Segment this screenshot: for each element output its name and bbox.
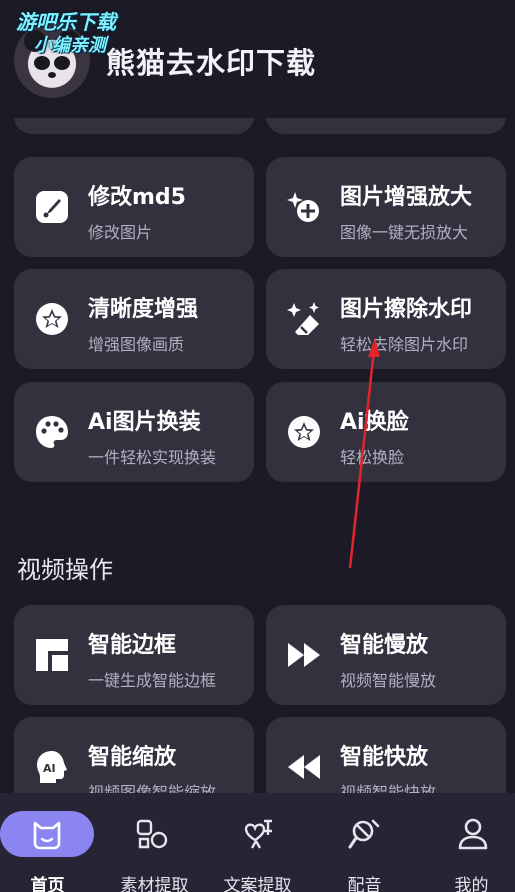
card-smart-border[interactable]: 智能边框 一键生成智能边框 — [14, 605, 254, 705]
nav-item-dubbing[interactable]: 配音 — [309, 793, 412, 892]
card-subtitle: 轻松换脸 — [340, 448, 405, 467]
rewind-icon — [288, 755, 320, 779]
fast-forward-icon — [288, 643, 320, 667]
nav-label: 文案提取 — [223, 876, 292, 892]
card-subtitle: 轻松去除图片水印 — [340, 335, 469, 354]
card-subtitle: 一件轻松实现换装 — [88, 448, 217, 467]
home-cat-icon — [33, 821, 61, 850]
card-subtitle: 视频智能慢放 — [340, 671, 437, 690]
video-section-title: 视频操作 — [17, 556, 113, 584]
card-image-enhance-upscale[interactable]: 图片增强放大 图像一键无损放大 — [266, 157, 506, 257]
card-title: 图片擦除水印 — [340, 297, 473, 322]
nav-item-material-extract[interactable]: 素材提取 — [103, 793, 206, 892]
nav-label: 素材提取 — [120, 876, 189, 892]
palette-icon — [36, 416, 68, 448]
person-icon — [458, 818, 488, 850]
text-heart-icon — [244, 819, 272, 849]
card-subtitle: 图像一键无损放大 — [340, 223, 469, 242]
card-remove-watermark[interactable]: 图片擦除水印 轻松去除图片水印 — [266, 269, 506, 369]
star-badge-icon — [36, 303, 68, 335]
card-title: Ai换脸 — [340, 410, 409, 435]
card-clarity-enhance[interactable]: 清晰度增强 增强图像画质 — [14, 269, 254, 369]
border-frame-icon — [36, 639, 68, 671]
nav-item-profile[interactable]: 我的 — [412, 793, 515, 892]
card-title: 清晰度增强 — [88, 297, 199, 322]
star-badge-icon — [288, 416, 320, 448]
nav-item-home[interactable]: 首页 — [0, 793, 103, 892]
card-smart-slow-motion[interactable]: 智能慢放 视频智能慢放 — [266, 605, 506, 705]
nav-label: 首页 — [30, 876, 65, 892]
nav-item-copy-extract[interactable]: 文案提取 — [206, 793, 309, 892]
nav-label: 我的 — [454, 876, 489, 892]
card-ai-outfit-change[interactable]: Ai图片换装 一件轻松实现换装 — [14, 382, 254, 482]
watermark-line-2: 小编亲测 — [34, 35, 106, 56]
card-subtitle: 增强图像画质 — [88, 335, 185, 354]
card-title: 智能慢放 — [340, 633, 429, 658]
card-modify-md5[interactable]: 修改md5 修改图片 — [14, 157, 254, 257]
watermark-line-1: 游吧乐下载 — [16, 10, 116, 34]
bottom-navigation: 首页 素材提取 文案提取 配音 我的 — [0, 793, 515, 892]
card-title: 修改md5 — [88, 185, 186, 210]
app-title: 熊猫去水印下载 — [106, 46, 317, 80]
card-title: 智能快放 — [340, 745, 429, 770]
card-title: 图片增强放大 — [340, 185, 473, 210]
shapes-icon — [136, 819, 168, 849]
mic-slash-icon — [348, 819, 380, 849]
svg-text:AI: AI — [43, 762, 56, 775]
card-subtitle: 一键生成智能边框 — [88, 671, 217, 690]
site-watermark: 游吧乐下载 小编亲测 — [16, 10, 116, 58]
nav-label: 配音 — [347, 876, 382, 892]
sparkle-plus-icon — [287, 192, 319, 222]
magic-eraser-icon — [287, 302, 319, 335]
card-title: Ai图片换装 — [88, 410, 201, 435]
card-title: 智能边框 — [88, 633, 177, 658]
card-title: 智能缩放 — [88, 745, 177, 770]
card-subtitle: 修改图片 — [88, 223, 153, 242]
ai-head-icon: AI — [37, 751, 67, 783]
card-ai-face-swap[interactable]: Ai换脸 轻松换脸 — [266, 382, 506, 482]
brush-icon — [36, 191, 68, 223]
